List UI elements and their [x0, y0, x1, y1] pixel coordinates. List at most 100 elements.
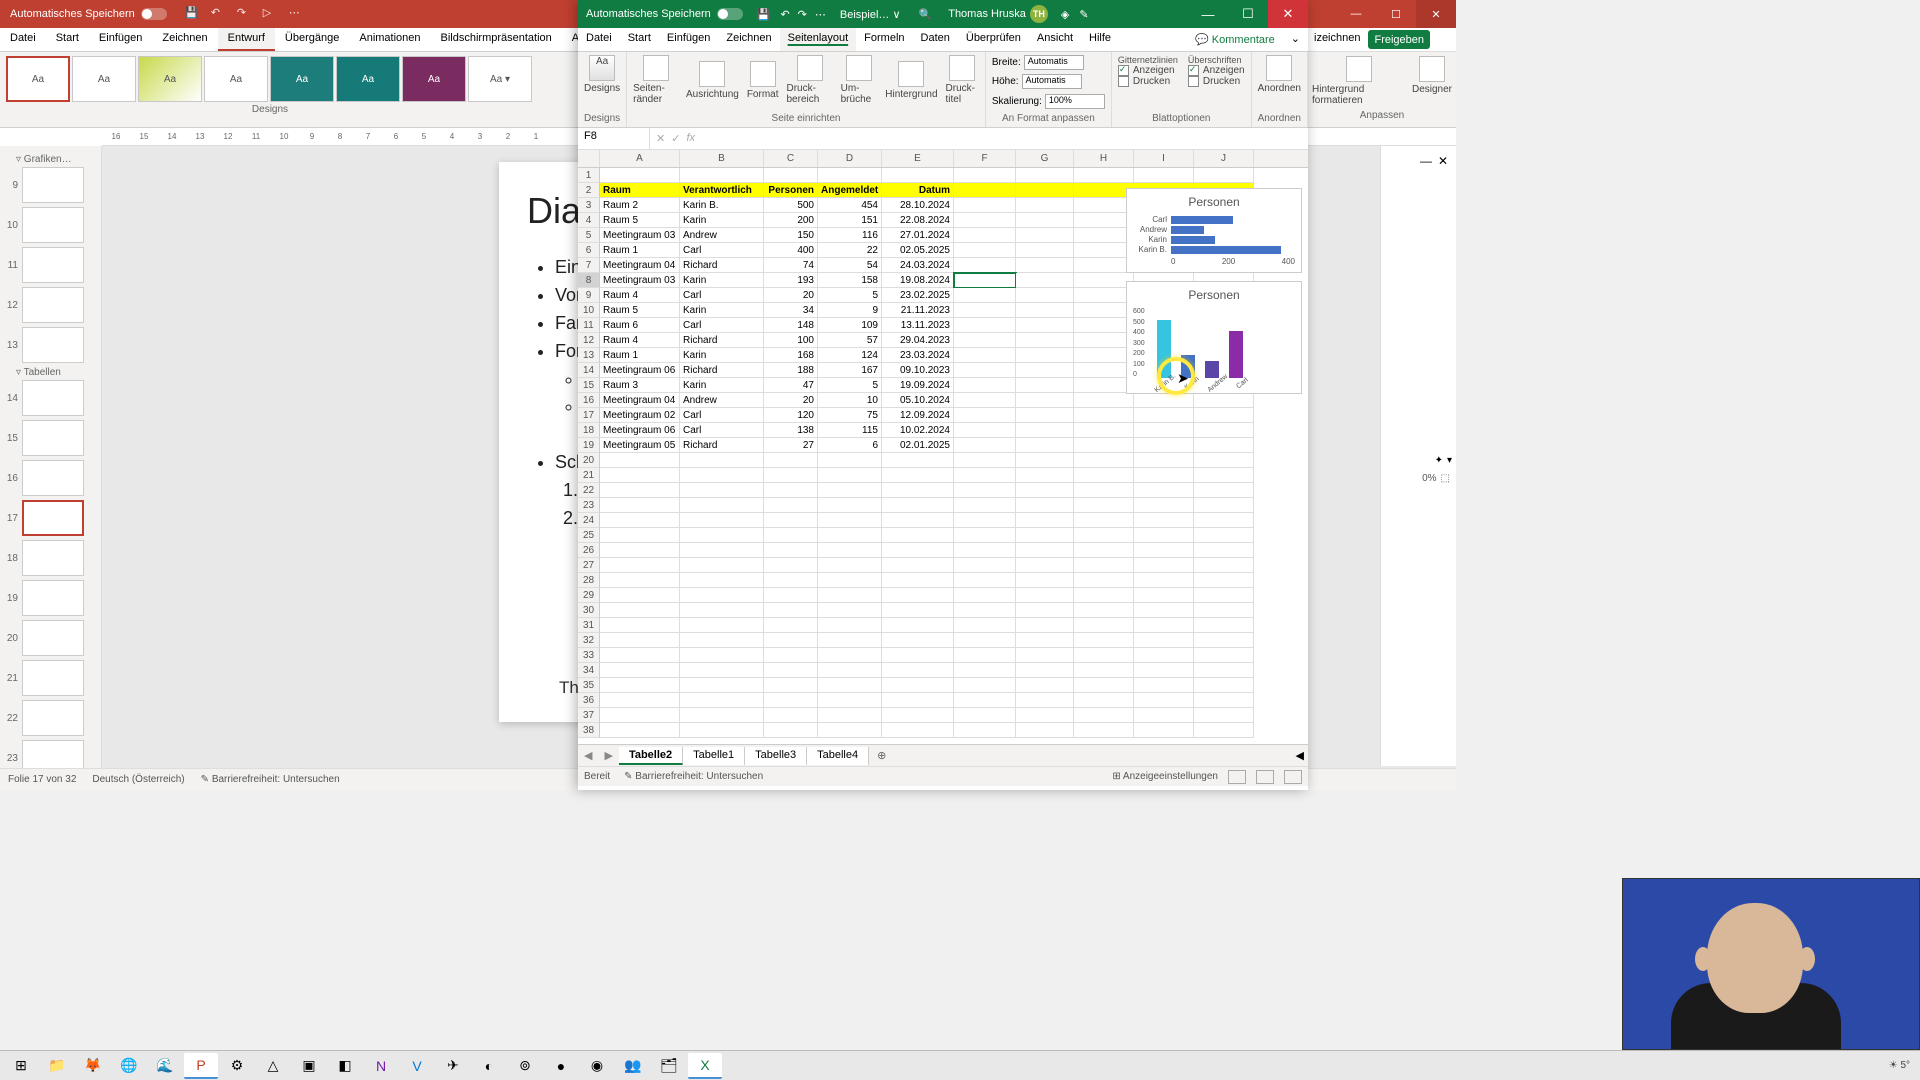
xl-autosave-toggle[interactable]	[717, 8, 743, 20]
design-theme-3[interactable]: Aa	[138, 56, 202, 102]
cell-G6[interactable]	[1016, 243, 1074, 258]
xl-tab-überprüfen[interactable]: Überprüfen	[958, 28, 1029, 51]
sheet-nav-next[interactable]: ▶	[598, 749, 618, 762]
cell-E32[interactable]	[882, 633, 954, 648]
start-button[interactable]: ⊞	[4, 1053, 38, 1079]
hbar-chart[interactable]: Personen CarlAndrewKarinKarin B. 0200400	[1126, 188, 1302, 273]
cell-A19[interactable]: Meetingraum 05	[600, 438, 680, 453]
taskbar-obs[interactable]: ⊚	[508, 1053, 542, 1079]
cell-D19[interactable]: 6	[818, 438, 882, 453]
cell-B5[interactable]: Andrew	[680, 228, 764, 243]
cell-D11[interactable]: 109	[818, 318, 882, 333]
xl-tab-datei[interactable]: Datei	[578, 28, 620, 51]
slide-thumb-15[interactable]	[22, 420, 84, 456]
taskbar-folder2[interactable]: 🗂	[652, 1053, 686, 1079]
cell-D4[interactable]: 151	[818, 213, 882, 228]
ueber-drucken-check[interactable]: Drucken	[1188, 76, 1245, 87]
cell-A5[interactable]: Meetingraum 03	[600, 228, 680, 243]
cell-H8[interactable]	[1074, 273, 1134, 288]
cell-G10[interactable]	[1016, 303, 1074, 318]
cell-B6[interactable]: Carl	[680, 243, 764, 258]
cell-H32[interactable]	[1074, 633, 1134, 648]
taskbar-app[interactable]: ▣	[292, 1053, 326, 1079]
cell-J37[interactable]	[1194, 708, 1254, 723]
row-header-6[interactable]: 6	[578, 243, 600, 258]
cell-G26[interactable]	[1016, 543, 1074, 558]
cell-B4[interactable]: Karin	[680, 213, 764, 228]
cell-H16[interactable]	[1074, 393, 1134, 408]
slide-thumb-13[interactable]	[22, 327, 84, 363]
taskbar-teams[interactable]: 👥	[616, 1053, 650, 1079]
cell-G21[interactable]	[1016, 468, 1074, 483]
taskbar-video[interactable]: V	[400, 1053, 434, 1079]
save-icon[interactable]: 💾	[185, 6, 201, 22]
cell-H19[interactable]	[1074, 438, 1134, 453]
cell-E33[interactable]	[882, 648, 954, 663]
cell-J35[interactable]	[1194, 678, 1254, 693]
cell-F33[interactable]	[954, 648, 1016, 663]
cell-C15[interactable]: 47	[764, 378, 818, 393]
cell-A14[interactable]: Meetingraum 06	[600, 363, 680, 378]
cell-G8[interactable]	[1016, 273, 1074, 288]
cell-A10[interactable]: Raum 5	[600, 303, 680, 318]
cell-H21[interactable]	[1074, 468, 1134, 483]
cell-G22[interactable]	[1016, 483, 1074, 498]
cell-F26[interactable]	[954, 543, 1016, 558]
cell-A26[interactable]	[600, 543, 680, 558]
cell-H29[interactable]	[1074, 588, 1134, 603]
ausrichtung-button[interactable]: Ausrichtung	[686, 61, 739, 100]
cell-G36[interactable]	[1016, 693, 1074, 708]
design-theme-1[interactable]: Aa	[6, 56, 70, 102]
design-theme-4[interactable]: Aa	[204, 56, 268, 102]
cell-A12[interactable]: Raum 4	[600, 333, 680, 348]
undo-icon[interactable]: ↶	[211, 6, 227, 22]
cell-D33[interactable]	[818, 648, 882, 663]
cell-E13[interactable]: 23.03.2024	[882, 348, 954, 363]
cell-H27[interactable]	[1074, 558, 1134, 573]
cell-E8[interactable]: 19.08.2024	[882, 273, 954, 288]
cell-J34[interactable]	[1194, 663, 1254, 678]
cell-B36[interactable]	[680, 693, 764, 708]
cell-G38[interactable]	[1016, 723, 1074, 738]
col-header-I[interactable]: I	[1134, 150, 1194, 167]
cell-H20[interactable]	[1074, 453, 1134, 468]
cell-G37[interactable]	[1016, 708, 1074, 723]
cell-E14[interactable]: 09.10.2023	[882, 363, 954, 378]
breite-field[interactable]: Automatis	[1024, 55, 1084, 70]
cell-G1[interactable]	[1016, 168, 1074, 183]
maximize-button[interactable]: ☐	[1376, 0, 1416, 28]
cell-C26[interactable]	[764, 543, 818, 558]
cell-I30[interactable]	[1134, 603, 1194, 618]
cell-H6[interactable]	[1074, 243, 1134, 258]
col-header-J[interactable]: J	[1194, 150, 1254, 167]
cell-H31[interactable]	[1074, 618, 1134, 633]
xl-tab-formeln[interactable]: Formeln	[856, 28, 912, 51]
cell-H36[interactable]	[1074, 693, 1134, 708]
cell-H38[interactable]	[1074, 723, 1134, 738]
designer-button[interactable]: Designer	[1412, 56, 1452, 106]
cell-A16[interactable]: Meetingraum 04	[600, 393, 680, 408]
cell-D22[interactable]	[818, 483, 882, 498]
cell-C12[interactable]: 100	[764, 333, 818, 348]
cell-A15[interactable]: Raum 3	[600, 378, 680, 393]
cell-I22[interactable]	[1134, 483, 1194, 498]
cell-A22[interactable]	[600, 483, 680, 498]
row-header-19[interactable]: 19	[578, 438, 600, 453]
pp-accessibility[interactable]: ✎ Barrierefreiheit: Untersuchen	[201, 774, 340, 785]
formula-bar[interactable]	[701, 137, 1308, 141]
cell-E3[interactable]: 28.10.2024	[882, 198, 954, 213]
cell-F2[interactable]	[954, 183, 1016, 198]
cell-H37[interactable]	[1074, 708, 1134, 723]
cell-J38[interactable]	[1194, 723, 1254, 738]
cell-C29[interactable]	[764, 588, 818, 603]
design-theme-6[interactable]: Aa	[336, 56, 400, 102]
cell-D25[interactable]	[818, 528, 882, 543]
xl-tab-ansicht[interactable]: Ansicht	[1029, 28, 1081, 51]
cell-F37[interactable]	[954, 708, 1016, 723]
cell-I32[interactable]	[1134, 633, 1194, 648]
cell-H12[interactable]	[1074, 333, 1134, 348]
cell-F24[interactable]	[954, 513, 1016, 528]
cell-H28[interactable]	[1074, 573, 1134, 588]
cell-D10[interactable]: 9	[818, 303, 882, 318]
cell-I27[interactable]	[1134, 558, 1194, 573]
